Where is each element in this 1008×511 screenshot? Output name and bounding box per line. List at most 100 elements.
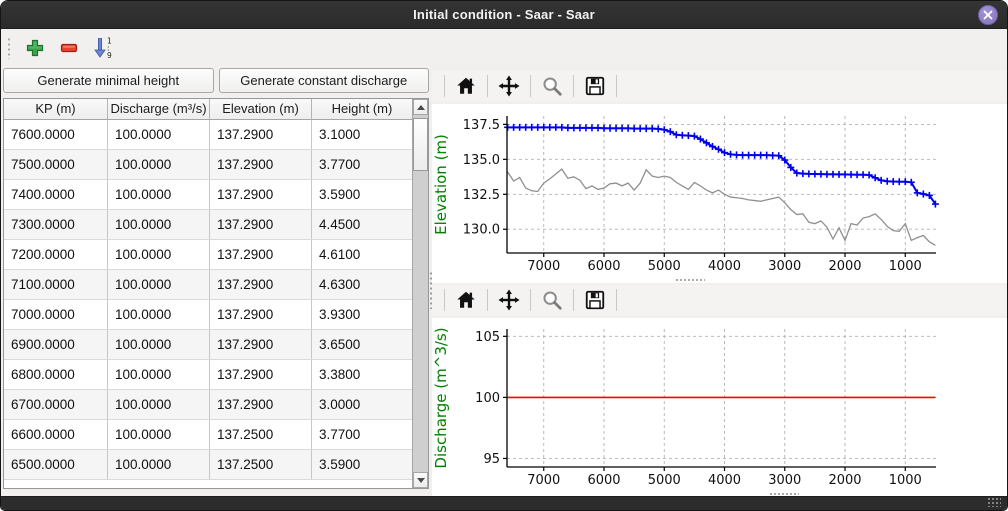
home-icon (455, 289, 477, 311)
toolbar-separator (487, 289, 488, 311)
table-cell[interactable]: 137.2900 (210, 210, 312, 239)
table-cell[interactable]: 100.0000 (108, 450, 210, 479)
table-cell[interactable]: 100.0000 (108, 300, 210, 329)
elevation-chart[interactable]: 7000600050004000300020001000130.0132.513… (432, 104, 1007, 283)
close-button[interactable] (978, 5, 998, 25)
table-cell[interactable]: 7400.0000 (4, 180, 108, 209)
table-cell[interactable]: 3.0000 (312, 390, 413, 419)
home-button[interactable] (451, 287, 481, 313)
table-cell[interactable]: 100.0000 (108, 330, 210, 359)
table-cell[interactable]: 3.3800 (312, 360, 413, 389)
column-header-discharge[interactable]: Discharge (m³/s) (108, 99, 210, 120)
table-cell[interactable]: 100.0000 (108, 240, 210, 269)
table-row: 7100.0000100.0000137.29004.6300 (4, 270, 413, 300)
svg-text:1000: 1000 (889, 259, 922, 274)
table-cell[interactable]: 7600.0000 (4, 120, 108, 149)
table-cell[interactable]: 3.1000 (312, 120, 413, 149)
table-cell[interactable]: 3.7700 (312, 150, 413, 179)
table-cell[interactable]: 3.7700 (312, 420, 413, 449)
table-cell[interactable]: 7000.0000 (4, 300, 108, 329)
table-cell[interactable]: 7200.0000 (4, 240, 108, 269)
table-cell[interactable]: 137.2900 (210, 330, 312, 359)
table-cell[interactable]: 3.6500 (312, 330, 413, 359)
scrollbar-thumb[interactable] (413, 118, 428, 171)
plus-icon (26, 39, 44, 57)
generate-constant-discharge-button[interactable]: Generate constant discharge (219, 68, 430, 93)
column-header-height[interactable]: Height (m) (312, 99, 413, 120)
remove-row-button[interactable] (54, 34, 84, 62)
table-cell[interactable]: 100.0000 (108, 270, 210, 299)
table-cell[interactable]: 6800.0000 (4, 360, 108, 389)
svg-text:3000: 3000 (768, 473, 801, 488)
svg-text:6000: 6000 (587, 473, 620, 488)
home-button[interactable] (451, 73, 481, 99)
svg-text:2000: 2000 (828, 473, 861, 488)
svg-text:5000: 5000 (648, 473, 681, 488)
zoom-button[interactable] (537, 287, 567, 313)
table-cell[interactable]: 137.2900 (210, 120, 312, 149)
close-icon (983, 10, 993, 20)
table-cell[interactable]: 100.0000 (108, 360, 210, 389)
table-row: 7000.0000100.0000137.29003.9300 (4, 300, 413, 330)
table-cell[interactable]: 100.0000 (108, 210, 210, 239)
table-cell[interactable]: 3.5900 (312, 450, 413, 479)
table-cell[interactable]: 137.2900 (210, 180, 312, 209)
svg-text:7000: 7000 (527, 259, 560, 274)
resize-grip[interactable] (987, 497, 1001, 507)
table-row: 6600.0000100.0000137.25003.7700 (4, 420, 413, 450)
main-toolbar: 1 9 (1, 30, 1007, 66)
table-scrollbar[interactable] (412, 99, 428, 488)
scroll-up-button[interactable] (413, 99, 428, 115)
table-cell[interactable]: 7100.0000 (4, 270, 108, 299)
pan-button[interactable] (494, 73, 524, 99)
add-row-button[interactable] (20, 34, 50, 62)
svg-text:135.0: 135.0 (463, 153, 500, 168)
save-button[interactable] (580, 287, 610, 313)
table-cell[interactable]: 6700.0000 (4, 390, 108, 419)
table-cell[interactable]: 100.0000 (108, 180, 210, 209)
scroll-down-button[interactable] (413, 472, 428, 488)
generate-minimal-height-button[interactable]: Generate minimal height (3, 68, 214, 93)
table-cell[interactable]: 137.2500 (210, 450, 312, 479)
table-cell[interactable]: 100.0000 (108, 150, 210, 179)
titlebar[interactable]: Initial condition - Saar - Saar (1, 1, 1007, 29)
table-row: 7600.0000100.0000137.29003.1000 (4, 120, 413, 150)
table-cell[interactable]: 6600.0000 (4, 420, 108, 449)
table-cell[interactable]: 3.9300 (312, 300, 413, 329)
table-cell[interactable]: 100.0000 (108, 120, 210, 149)
discharge-chart[interactable]: 700060005000400030002000100095100105Disc… (432, 318, 1007, 498)
column-header-elevation[interactable]: Elevation (m) (210, 99, 312, 120)
table-cell[interactable]: 137.2900 (210, 270, 312, 299)
table-cell[interactable]: 3.5900 (312, 180, 413, 209)
table-cell[interactable]: 7500.0000 (4, 150, 108, 179)
table-cell[interactable]: 137.2900 (210, 240, 312, 269)
svg-text:7000: 7000 (527, 473, 560, 488)
table-cell[interactable]: 100.0000 (108, 390, 210, 419)
pan-button[interactable] (494, 287, 524, 313)
sort-rows-button[interactable]: 1 9 (88, 34, 118, 62)
table-cell[interactable]: 100.0000 (108, 420, 210, 449)
column-header-kp[interactable]: KP (m) (4, 99, 108, 120)
app-window: Initial condition - Saar - Saar (0, 0, 1008, 511)
table-cell[interactable]: 6900.0000 (4, 330, 108, 359)
table-cell[interactable]: 137.2500 (210, 420, 312, 449)
table-cell[interactable]: 7300.0000 (4, 210, 108, 239)
table-row: 6700.0000100.0000137.29003.0000 (4, 390, 413, 420)
table-cell[interactable]: 137.2900 (210, 150, 312, 179)
svg-text:1000: 1000 (889, 473, 922, 488)
figure-splitter-handle[interactable] (675, 278, 705, 282)
zoom-button[interactable] (537, 73, 567, 99)
table-cell[interactable]: 137.2900 (210, 360, 312, 389)
table-cell[interactable]: 4.6100 (312, 240, 413, 269)
toolbar-drag-handle[interactable] (7, 37, 12, 59)
table-row: 6900.0000100.0000137.29003.6500 (4, 330, 413, 360)
zoom-icon (541, 75, 563, 97)
table-cell[interactable]: 6500.0000 (4, 450, 108, 479)
table-row: 6500.0000100.0000137.25003.5900 (4, 450, 413, 480)
table-cell[interactable]: 4.6300 (312, 270, 413, 299)
table-cell[interactable]: 137.2900 (210, 390, 312, 419)
table-cell[interactable]: 137.2900 (210, 300, 312, 329)
svg-text:137.5: 137.5 (463, 118, 500, 133)
table-cell[interactable]: 4.4500 (312, 210, 413, 239)
save-button[interactable] (580, 73, 610, 99)
